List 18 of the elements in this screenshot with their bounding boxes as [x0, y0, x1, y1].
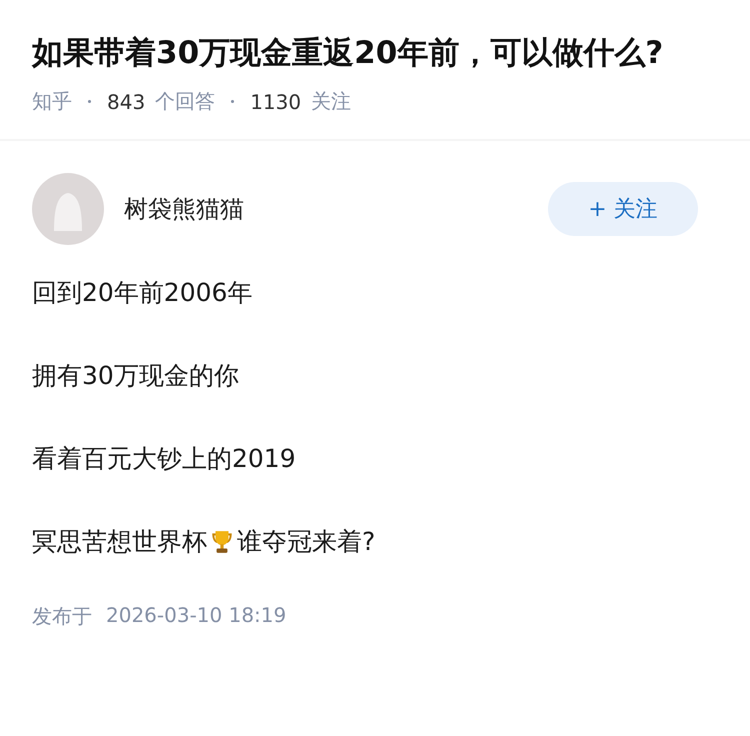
published-label: 发布于	[32, 603, 92, 630]
follow-button[interactable]: + 关注	[548, 182, 698, 236]
follower-label: 关注	[311, 88, 352, 115]
source-label: 知乎	[32, 88, 72, 115]
answer-count: 843	[107, 90, 146, 114]
separator-dot	[231, 100, 234, 103]
answer-text: 冥思苦想世界杯	[32, 526, 207, 558]
answer-paragraph: 回到20年前2006年	[32, 277, 254, 309]
answer-paragraph: 看着百元大钞上的2019	[32, 443, 297, 475]
avatar-icon[interactable]	[32, 173, 104, 245]
separator-dot	[88, 100, 91, 103]
question-title: 如果带着30万现金重返20年前，可以做什么?	[32, 34, 664, 73]
follower-count: 1130	[250, 90, 302, 114]
answer-text: 谁夺冠来着?	[237, 526, 376, 558]
author-name[interactable]: 树袋熊猫猫	[124, 193, 548, 225]
published-time: 2026-03-10 18:19	[106, 603, 286, 629]
answer-label: 个回答	[155, 88, 216, 115]
answer-paragraph: 拥有30万现金的你	[32, 360, 240, 392]
